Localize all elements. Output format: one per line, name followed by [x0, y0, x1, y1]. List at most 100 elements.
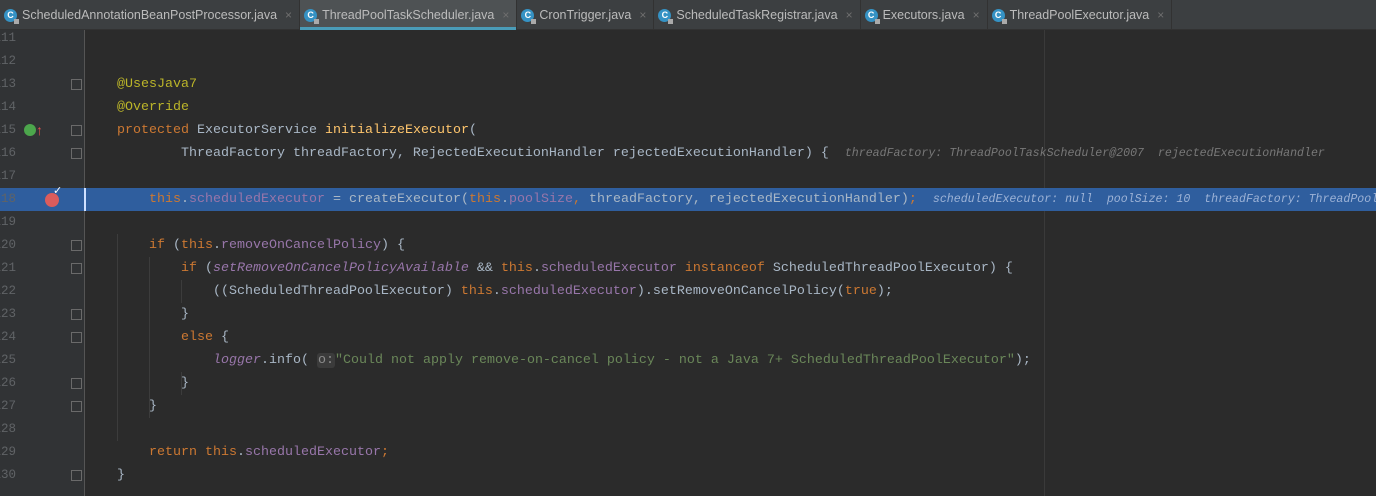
- fold-marker-icon[interactable]: [71, 79, 82, 90]
- line-number[interactable]: 114: [0, 96, 16, 119]
- code-text[interactable]: ThreadFactory threadFactory, RejectedExe…: [85, 142, 1325, 165]
- code-text[interactable]: }: [85, 303, 189, 326]
- line-number[interactable]: 119: [0, 211, 16, 234]
- line-number[interactable]: 122: [0, 280, 16, 303]
- code-token: }: [85, 376, 189, 391]
- override-method-icon[interactable]: [24, 124, 36, 136]
- code-text[interactable]: }: [85, 464, 125, 487]
- code-line: 120 if (this.removeOnCancelPolicy) {: [0, 234, 1376, 257]
- close-tab-icon[interactable]: ×: [973, 8, 980, 22]
- code-token: .: [181, 192, 189, 207]
- code-token: ,: [572, 192, 589, 207]
- code-text[interactable]: }: [85, 395, 157, 418]
- inline-debug-value: threadFactory: ThreadPoolTaskScheduler@2…: [844, 147, 1325, 160]
- indent-guide: [181, 280, 182, 303]
- code-text[interactable]: }: [85, 372, 189, 395]
- code-token: logger: [212, 353, 261, 368]
- code-text[interactable]: @Override: [85, 96, 189, 119]
- tab-threadpooltaskscheduler[interactable]: C ThreadPoolTaskScheduler.java ×: [300, 0, 518, 30]
- code-text[interactable]: if (setRemoveOnCancelPolicyAvailable && …: [85, 257, 1013, 280]
- code-token: this: [205, 445, 237, 460]
- fold-marker-icon[interactable]: [71, 378, 82, 389]
- tab-label: ScheduledAnnotationBeanPostProcessor.jav…: [22, 8, 278, 22]
- code-token: if: [180, 261, 205, 276]
- line-number[interactable]: 124: [0, 326, 16, 349]
- line-number[interactable]: 115: [0, 119, 16, 142]
- code-token: removeOnCancelPolicy: [221, 238, 381, 253]
- code-token: true: [844, 284, 877, 299]
- fold-marker-icon[interactable]: [71, 470, 82, 481]
- fold-marker-icon[interactable]: [71, 401, 82, 412]
- line-number[interactable]: 111: [0, 27, 16, 50]
- tab-label: ScheduledTaskRegistrar.java: [676, 8, 838, 22]
- tab-scheduledannotationbeanpostprocessor[interactable]: C ScheduledAnnotationBeanPostProcessor.ja…: [0, 0, 301, 30]
- code-token: this: [181, 238, 213, 253]
- fold-marker-icon[interactable]: [71, 309, 82, 320]
- tab-executors[interactable]: C Executors.java ×: [861, 0, 988, 30]
- close-tab-icon[interactable]: ×: [285, 8, 292, 22]
- line-number[interactable]: 113: [0, 73, 16, 96]
- code-token: "Could not apply remove-on-cancel policy…: [334, 353, 1015, 368]
- code-token: &&: [468, 261, 501, 276]
- line-number[interactable]: 117: [0, 165, 16, 188]
- code-text[interactable]: return this.scheduledExecutor;: [85, 441, 389, 464]
- code-text[interactable]: if (this.removeOnCancelPolicy) {: [85, 234, 405, 257]
- code-text[interactable]: else {: [85, 326, 229, 349]
- line-number[interactable]: 120: [0, 234, 16, 257]
- fold-marker-icon[interactable]: [71, 240, 82, 251]
- line-number[interactable]: 130: [0, 464, 16, 487]
- code-line: 128: [0, 418, 1376, 441]
- parameter-hint: o:: [316, 353, 335, 368]
- class-file-icon: C: [4, 8, 19, 24]
- code-line: 113 @UsesJava7: [0, 73, 1376, 96]
- code-token: .: [213, 238, 221, 253]
- close-tab-icon[interactable]: ×: [846, 8, 853, 22]
- code-line: 114 @Override: [0, 96, 1376, 119]
- code-text[interactable]: ((ScheduledThreadPoolExecutor) this.sche…: [85, 280, 893, 303]
- code-line: 112: [0, 50, 1376, 73]
- line-number[interactable]: 129: [0, 441, 16, 464]
- code-token: ) {: [380, 238, 405, 253]
- code-text[interactable]: protected ExecutorService initializeExec…: [85, 119, 477, 142]
- code-token: scheduledExecutor: [500, 284, 637, 299]
- tab-scheduledtaskregistrar[interactable]: C ScheduledTaskRegistrar.java ×: [654, 0, 861, 30]
- close-tab-icon[interactable]: ×: [639, 8, 646, 22]
- code-token: initializeExecutor: [324, 123, 469, 138]
- fold-marker-icon[interactable]: [71, 332, 82, 343]
- code-text[interactable]: logger.info( o:"Could not apply remove-o…: [85, 349, 1031, 372]
- line-number[interactable]: 118: [0, 188, 16, 211]
- fold-marker-icon[interactable]: [71, 148, 82, 159]
- line-number[interactable]: 126: [0, 372, 16, 395]
- fold-marker-icon[interactable]: [71, 263, 82, 274]
- close-tab-icon[interactable]: ×: [502, 8, 509, 22]
- line-number[interactable]: 121: [0, 257, 16, 280]
- code-token: instanceof: [684, 261, 773, 276]
- line-number[interactable]: 123: [0, 303, 16, 326]
- code-token: ThreadFactory threadFactory, RejectedExe…: [85, 146, 845, 161]
- code-line: 124 else {: [0, 326, 1376, 349]
- code-token: );: [1014, 353, 1031, 368]
- code-text[interactable]: @UsesJava7: [85, 73, 197, 96]
- code-text[interactable]: this.scheduledExecutor = createExecutor(…: [85, 188, 1376, 211]
- tab-crontrigger[interactable]: C CronTrigger.java ×: [517, 0, 655, 30]
- line-number[interactable]: 116: [0, 142, 16, 165]
- code-token: (: [468, 123, 477, 138]
- close-tab-icon[interactable]: ×: [1157, 8, 1164, 22]
- code-token: @Override: [117, 100, 189, 115]
- code-line: 118 this.scheduledExecutor = createExecu…: [0, 188, 1376, 211]
- code-line: 127 }: [0, 395, 1376, 418]
- fold-marker-icon[interactable]: [71, 125, 82, 136]
- class-file-icon: C: [304, 8, 320, 24]
- line-number[interactable]: 128: [0, 418, 16, 441]
- line-number[interactable]: 125: [0, 349, 16, 372]
- line-number[interactable]: 112: [0, 50, 16, 73]
- line-number[interactable]: 127: [0, 395, 16, 418]
- tab-threadpoolexecutor[interactable]: C ThreadPoolExecutor.java ×: [988, 0, 1173, 30]
- code-token: else: [180, 330, 221, 345]
- indent-guide: [181, 372, 182, 395]
- code-token: {: [220, 330, 229, 345]
- code-line: 117: [0, 165, 1376, 188]
